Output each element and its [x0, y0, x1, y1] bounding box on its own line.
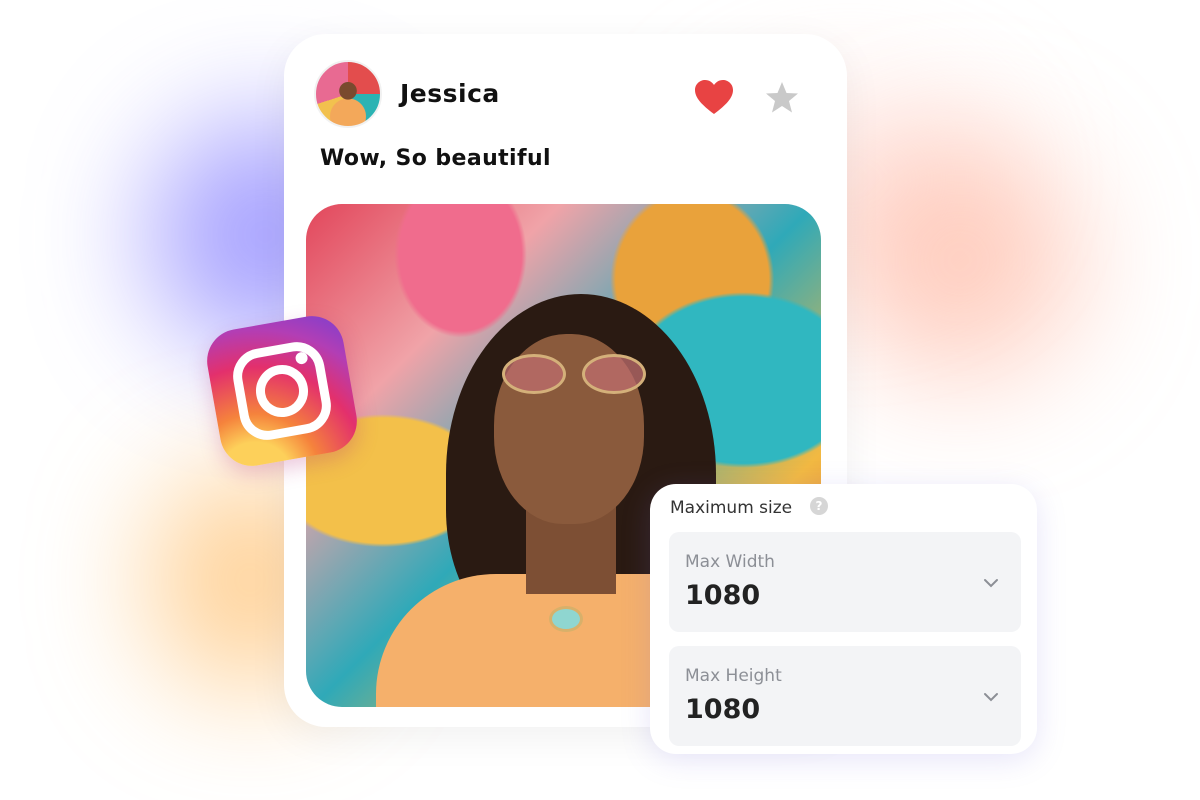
- max-width-label: Max Width: [685, 552, 775, 572]
- background-blur-peach: [840, 140, 1080, 380]
- max-height-value: 1080: [685, 694, 761, 725]
- chevron-down-icon: [984, 693, 998, 702]
- help-icon[interactable]: ?: [810, 497, 828, 515]
- max-height-label: Max Height: [685, 666, 782, 686]
- heart-icon[interactable]: [694, 80, 734, 116]
- maximum-size-panel: Maximum size ? Max Width 1080 Max Height…: [650, 484, 1037, 754]
- star-icon[interactable]: [764, 80, 800, 116]
- username: Jessica: [400, 79, 500, 108]
- max-height-select[interactable]: Max Height 1080: [669, 646, 1021, 746]
- avatar[interactable]: [314, 60, 382, 128]
- max-width-value: 1080: [685, 580, 761, 611]
- photo-sunglasses: [502, 354, 652, 394]
- panel-title: Maximum size: [670, 498, 793, 518]
- instagram-icon: [202, 311, 362, 471]
- photo-pendant: [549, 606, 583, 632]
- max-width-select[interactable]: Max Width 1080: [669, 532, 1021, 632]
- post-caption: Wow, So beautiful: [320, 146, 551, 171]
- chevron-down-icon: [984, 579, 998, 588]
